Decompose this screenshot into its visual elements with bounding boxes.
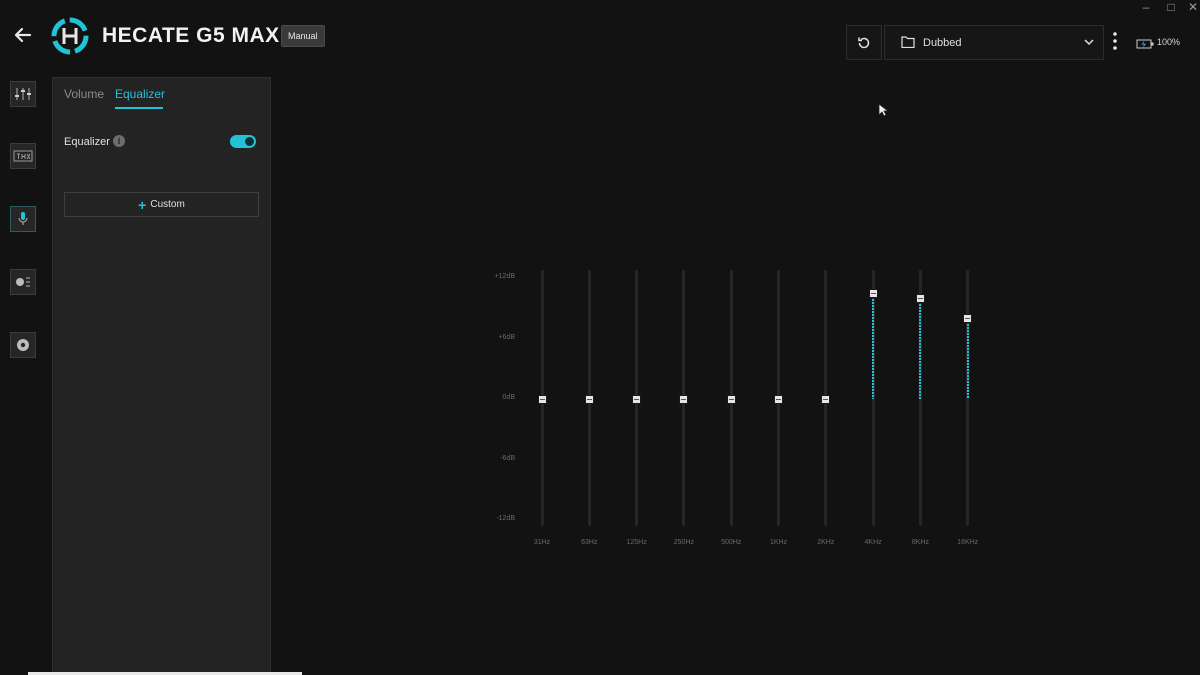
eq-band-handle[interactable]: [915, 293, 925, 303]
surround-icon: [13, 150, 33, 162]
arrow-left-icon: [14, 27, 32, 43]
mode-badge[interactable]: Manual: [281, 25, 325, 47]
hecate-logo-icon: [51, 17, 89, 55]
toggle-knob: [245, 137, 254, 146]
eq-band-handle[interactable]: [726, 394, 736, 404]
eq-band-handle[interactable]: [537, 394, 547, 404]
maximize-icon: □: [1167, 0, 1175, 14]
reset-icon: [858, 37, 870, 48]
eq-band-handle[interactable]: [963, 313, 973, 323]
reset-button[interactable]: [846, 25, 882, 60]
mouse-cursor-icon: [878, 103, 888, 117]
eq-band-frequency-label: 63Hz: [581, 539, 598, 546]
eq-band-handle[interactable]: [821, 394, 831, 404]
rail-item-sliders[interactable]: [10, 81, 36, 107]
close-icon: ✕: [1187, 0, 1199, 14]
lighting-icon: [16, 277, 30, 287]
minimize-button[interactable]: –: [1136, 0, 1156, 14]
db-scale-label: +6dB: [498, 333, 515, 341]
equalizer-label: Equalizer: [64, 136, 110, 148]
eq-band-frequency-label: 16KHz: [957, 539, 979, 546]
maximize-button[interactable]: □: [1161, 0, 1181, 14]
close-button[interactable]: ✕: [1183, 0, 1200, 14]
eq-band-frequency-label: 500Hz: [721, 539, 742, 546]
db-scale-label: +12dB: [494, 273, 515, 280]
eq-band-handle[interactable]: [868, 288, 878, 298]
rail-item-lighting[interactable]: [10, 269, 36, 295]
eq-band-frequency-label: 250Hz: [673, 539, 694, 546]
folder-icon: [901, 36, 915, 48]
eq-band-frequency-label: 125Hz: [626, 539, 647, 546]
db-scale-label: -6dB: [500, 454, 515, 462]
eq-band-frequency-label: 8KHz: [911, 539, 929, 546]
battery-icon: [1136, 39, 1154, 49]
preset-selected-label: Dubbed: [923, 37, 962, 49]
tab-equalizer[interactable]: Equalizer: [115, 87, 165, 101]
chevron-down-icon: [1084, 39, 1094, 46]
rail-item-mic[interactable]: [10, 206, 36, 232]
eq-band-frequency-label: 4KHz: [864, 539, 882, 546]
brand-logo: [50, 16, 90, 56]
eq-band-handle[interactable]: [584, 394, 594, 404]
back-button[interactable]: [10, 22, 36, 48]
add-custom-preset-button[interactable]: + Custom: [64, 192, 259, 217]
rail-item-settings[interactable]: [10, 332, 36, 358]
eq-band-fill: [919, 298, 922, 399]
eq-band-handle[interactable]: [774, 394, 783, 404]
preset-dropdown[interactable]: Dubbed: [884, 25, 1104, 60]
active-tab-indicator: [115, 107, 163, 109]
settings-icon: [17, 339, 29, 351]
eq-band-frequency-label: 2KHz: [817, 539, 835, 546]
battery-indicator: [1136, 36, 1154, 54]
eq-band-handle[interactable]: [679, 394, 689, 404]
equalizer-toggle[interactable]: [230, 135, 256, 148]
battery-level: 100%: [1157, 37, 1181, 47]
tab-volume[interactable]: Volume: [64, 87, 104, 101]
eq-band-fill: [872, 293, 875, 399]
eq-band-handle[interactable]: [632, 394, 642, 404]
eq-band-frequency-label: 31Hz: [533, 539, 551, 546]
more-vertical-icon: [1113, 32, 1117, 50]
microphone-icon: [18, 212, 28, 225]
custom-button-label: Custom: [150, 199, 185, 210]
rail-item-thx[interactable]: [10, 143, 36, 169]
plus-icon: +: [138, 196, 147, 213]
minimize-icon: –: [1142, 0, 1150, 14]
eq-band-fill: [966, 318, 969, 399]
db-scale-label: -12dB: [496, 515, 515, 522]
app-title: HECATE G5 MAX: [102, 24, 280, 47]
db-scale-label: 0dB: [502, 394, 515, 401]
more-options-button[interactable]: [1108, 30, 1122, 52]
info-icon[interactable]: i: [113, 135, 125, 147]
eq-band-frequency-label: 1KHz: [769, 539, 788, 546]
settings-panel: [52, 77, 271, 675]
sliders-icon: [15, 88, 31, 100]
